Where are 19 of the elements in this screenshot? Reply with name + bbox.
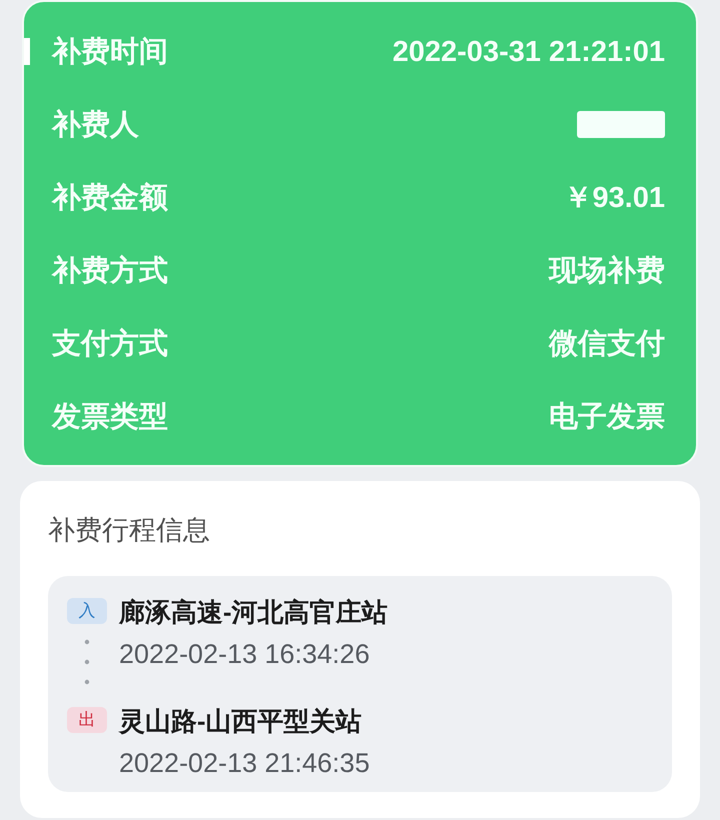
field-value: 电子发票 (549, 400, 665, 434)
field-label: 发票类型 (52, 400, 168, 434)
station-name: 廊涿高速-河北高官庄站 (119, 596, 388, 628)
station-time: 2022-02-13 16:34:26 (119, 638, 371, 671)
dotted-line (84, 639, 90, 685)
exit-badge: 出 (67, 707, 107, 733)
field-label: 支付方式 (52, 326, 168, 362)
field-value: ￥93.01 (563, 180, 665, 216)
field-label: 补费时间 (52, 34, 168, 70)
field-value: 现场补费 (549, 254, 665, 288)
station-name: 灵山路-山西平型关站 (119, 705, 363, 737)
field-label: 补费人 (52, 108, 139, 142)
entry-badge: 入 (67, 598, 107, 624)
field-value: 2022-03-31 21:21:01 (392, 34, 665, 70)
field-label: 补费方式 (52, 254, 168, 288)
section-title: 补费行程信息 (48, 514, 211, 547)
field-value: 微信支付 (549, 326, 665, 362)
station-time: 2022-02-13 21:46:35 (119, 747, 370, 780)
field-label: 补费金额 (52, 180, 168, 216)
